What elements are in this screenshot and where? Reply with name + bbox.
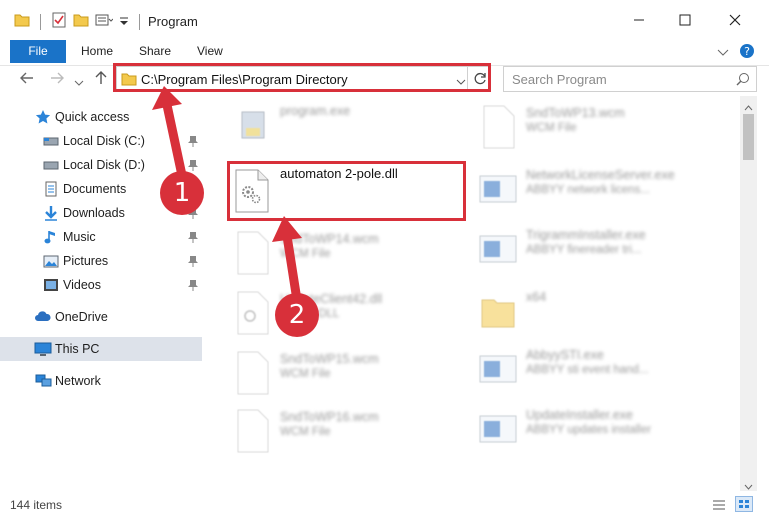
callout-arrows: [152, 86, 302, 301]
step-2-badge: 2: [275, 293, 319, 337]
step-1-badge: 1: [160, 171, 204, 215]
arrow-1-shaft: [162, 104, 188, 181]
arrow-2-head: [272, 216, 302, 242]
arrow-1-head: [152, 86, 182, 110]
arrow-2-shaft: [282, 235, 302, 301]
